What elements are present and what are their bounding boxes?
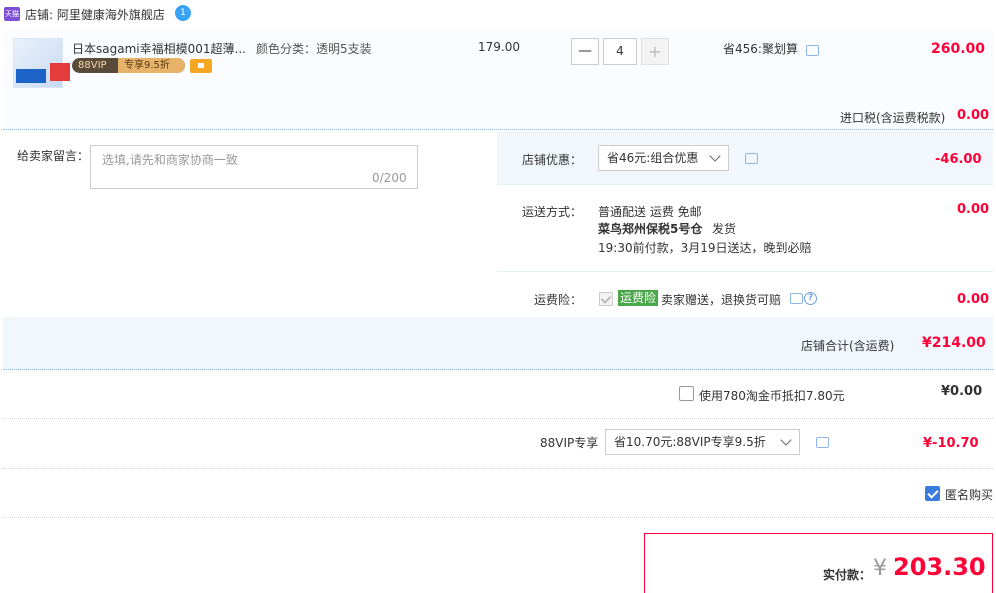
insurance-label: 运费险： [534,293,583,307]
unit-price: 179.00 [478,40,520,54]
insurance-desc: 卖家赠送，退换货可赔 [661,293,782,307]
final-payment-label: 实付款： [823,568,872,582]
vip-discount-value: ¥-10.70 [923,436,979,451]
store-discount-select[interactable]: 省46元:组合优惠 [598,145,729,171]
import-tax-value: 0.00 [957,108,990,123]
comment-icon[interactable] [745,153,758,164]
shipping-dispatch: 发货 [712,222,737,236]
product-title-link[interactable]: 日本sagami幸福相模001超薄... [72,40,246,57]
shipping-row [497,185,993,272]
vip-discount-select[interactable]: 省10.70元:88VIP专享9.5折 [605,429,800,455]
item-total-price: 260.00 [931,41,986,57]
message-label: 给卖家留言： [17,149,90,163]
thumbnail-graphic [50,63,70,81]
sku-info: 颜色分类：透明5支装 [256,42,372,56]
divider [3,418,993,419]
message-char-count: 0/200 [372,171,407,185]
shipping-label: 运送方式： [522,205,583,219]
store-discount-label: 店铺优惠： [522,153,583,167]
comment-icon[interactable] [790,293,803,304]
store-total-value: ¥214.00 [922,335,986,351]
quantity-minus-button[interactable]: — [571,38,599,65]
insurance-badge: 运费险 [618,290,659,306]
savings-text: 省456:聚划算 [723,42,798,56]
product-thumbnail[interactable] [13,38,70,88]
message-placeholder: 选填,请先和商家协商一致 [102,153,238,167]
currency-symbol: ¥ [873,556,887,581]
chevron-down-icon [780,434,792,446]
shipping-warehouse: 菜鸟郑州保税5号仓 [598,222,703,236]
vip-tag: 88VIP 专享9.5折 [72,58,185,73]
store-name-link[interactable]: 店铺: 阿里健康海外旗舰店 [25,6,165,23]
divider [3,468,993,469]
insurance-value: 0.00 [957,292,990,307]
vip-tag-label: 88VIP [78,60,107,71]
quantity-plus-button[interactable]: + [641,38,669,65]
vip-discount-label: 88VIP专享 [540,436,599,450]
quantity-stepper: — 4 + [571,38,669,65]
wangwang-chat-icon[interactable]: 1 [175,5,191,21]
final-payment-value: 203.30 [893,553,986,581]
thumbnail-graphic [16,69,46,83]
shipping-value: 0.00 [957,202,990,217]
shipping-method: 普通配送 运费 免邮 [598,205,702,219]
quantity-input[interactable]: 4 [603,38,637,65]
chevron-down-icon [709,150,721,162]
anonymous-checkbox[interactable] [925,486,940,501]
store-total-label: 店铺合计(含运费) [801,339,895,353]
coins-label[interactable]: 使用780淘金币抵扣7.80元 [699,387,845,404]
anonymous-label[interactable]: 匿名购买 [945,486,993,503]
comment-icon[interactable] [816,437,829,448]
store-discount-value: -46.00 [935,152,982,167]
coins-checkbox[interactable] [679,386,694,401]
store-header: 天猫 店铺: 阿里健康海外旗舰店 1 [0,0,996,30]
import-tax-label: 进口税(含运费税款) [840,111,946,125]
vip-tag-discount: 专享9.5折 [118,58,185,73]
help-icon[interactable]: ? [804,292,817,305]
store-discount-selected: 省46元:组合优惠 [607,151,699,165]
card-icon [190,59,212,73]
comment-icon[interactable] [806,45,819,56]
vip-discount-selected: 省10.70元:88VIP专享9.5折 [614,435,766,449]
insurance-checkbox [599,292,613,306]
coins-value: ¥0.00 [941,384,983,399]
tmall-store-icon: 天猫 [4,7,20,21]
shipping-delivery-promise: 19:30前付款，3月19日送达，晚到必赔 [598,241,812,255]
divider [3,517,993,518]
